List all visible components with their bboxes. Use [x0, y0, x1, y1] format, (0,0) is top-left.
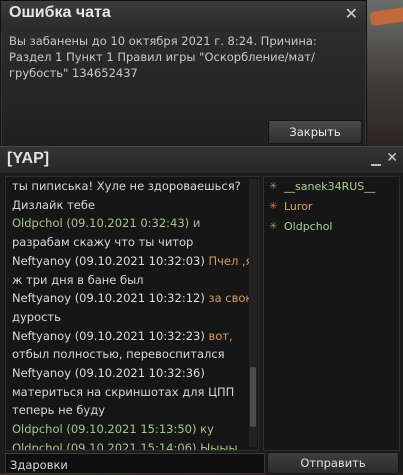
send-button[interactable]: Отправить — [267, 452, 399, 474]
message-list: ты пиписька! Хуле не здороваешься? Дизлай… — [5, 176, 259, 451]
chat-header: [YAP] ✕ — [0, 147, 403, 173]
chat-message-line: Neftyanoy (09.10.2021 10:32:12) за свою — [6, 289, 258, 308]
member-name: __sanek34RUS__ — [284, 180, 376, 193]
chat-message-line: Neftyanoy (09.10.2021 10:32:03) Пчел ,я — [6, 252, 258, 271]
chat-window: [YAP] ✕ ты пиписька! Хуле не здороваешьс… — [0, 146, 403, 475]
message-text: отбыл полностью, перевоспитался — [12, 347, 225, 362]
chat-message-line: Neftyanoy (09.10.2021 10:32:36) — [6, 364, 258, 383]
message-text: материться на скриншотах для ЦПП — [12, 384, 235, 399]
message-text: и — [192, 216, 201, 231]
chat-message-line: отбыл полностью, перевоспитался — [6, 345, 258, 364]
member-name: Oldpchol — [284, 220, 333, 233]
member-name: Luror — [284, 200, 313, 213]
chat-message-line: Oldpchol (09.10.2021 15:14:06) Ыыыы — [6, 439, 258, 451]
away-status-icon: ✳ — [269, 201, 278, 212]
close-icon[interactable]: ✕ — [386, 151, 398, 165]
message-timestamp: (09.10.2021 0:32:43) — [66, 216, 190, 231]
message-scrollbar[interactable] — [249, 179, 257, 447]
member-item[interactable]: ✳ __sanek34RUS__ — [264, 177, 399, 197]
member-list: ✳ __sanek34RUS__ ✳ Luror ✳ Oldpchol — [263, 176, 400, 451]
message-author[interactable]: Oldpchol — [12, 422, 63, 436]
message-text: Дизлайк тебе — [12, 197, 95, 212]
chat-message-line: ты пиписька! Хуле не здороваешься? — [6, 177, 258, 196]
online-status-icon: ✳ — [269, 181, 278, 192]
message-timestamp: (09.10.2021 15:13:50) — [66, 422, 197, 437]
message-text: ты пиписька! Хуле не здороваешься? — [12, 179, 241, 193]
message-author[interactable]: Oldpchol — [12, 216, 63, 230]
message-text: Ыыыы — [200, 440, 238, 451]
member-item[interactable]: ✳ Oldpchol — [264, 217, 399, 237]
message-input-wrapper — [5, 453, 265, 475]
close-icon[interactable]: ✕ — [345, 6, 358, 22]
close-button[interactable]: Закрыть — [268, 120, 362, 144]
chat-message-line: теперь не буду — [6, 401, 258, 420]
message-text: вот, — [208, 328, 233, 343]
message-author[interactable]: Oldpchol — [12, 441, 63, 450]
message-timestamp: (09.10.2021 10:32:12) — [74, 291, 205, 306]
scrollbar-thumb[interactable] — [250, 367, 256, 427]
chat-message-line: ж три дня в бане был — [6, 271, 258, 290]
ban-message: Вы забанены до 10 октября 2021 г. 8:24. … — [9, 34, 317, 80]
message-timestamp: (09.10.2021 10:32:36) — [74, 366, 205, 381]
online-status-icon: ✳ — [269, 221, 278, 232]
message-text: ж три дня в бане был — [12, 272, 144, 287]
chat-message-line: Дизлайк тебе — [6, 196, 258, 215]
message-author[interactable]: Neftyanoy — [12, 254, 71, 268]
dialog-title-bar: Ошибка чата ✕ — [1, 1, 366, 31]
dialog-title: Ошибка чата — [9, 4, 111, 21]
game-background — [366, 0, 403, 146]
chat-message-line: материться на скриншотах для ЦПП — [6, 383, 258, 402]
message-author[interactable]: Neftyanoy — [12, 366, 71, 380]
message-text: разрабам скажу что ты читор — [12, 235, 194, 250]
message-text: теперь не буду — [12, 403, 106, 418]
chat-message-line: дурость — [6, 308, 258, 327]
message-text: Пчел ,я — [208, 253, 253, 268]
message-author[interactable]: Neftyanoy — [12, 329, 71, 343]
message-timestamp: (09.10.2021 15:14:06) — [66, 440, 197, 451]
chat-message-line: разрабам скажу что ты читор — [6, 233, 258, 252]
minimize-icon[interactable] — [371, 154, 381, 166]
chat-message-line: Oldpchol (09.10.2021 0:32:43) и — [6, 214, 258, 233]
message-text: ку — [200, 422, 214, 437]
member-item[interactable]: ✳ Luror — [264, 197, 399, 217]
chat-error-dialog: Ошибка чата ✕ Вы забанены до 10 октября … — [0, 0, 367, 148]
channel-title: [YAP] — [7, 150, 50, 167]
message-author[interactable]: Neftyanoy — [12, 291, 71, 305]
message-timestamp: (09.10.2021 10:32:03) — [74, 253, 205, 268]
chat-message-line: Neftyanoy (09.10.2021 10:32:23) вот, — [6, 327, 258, 346]
message-timestamp: (09.10.2021 10:32:23) — [74, 328, 205, 343]
message-text: дурость — [12, 309, 61, 324]
chat-message-line: Oldpchol (09.10.2021 15:13:50) ку — [6, 420, 258, 439]
